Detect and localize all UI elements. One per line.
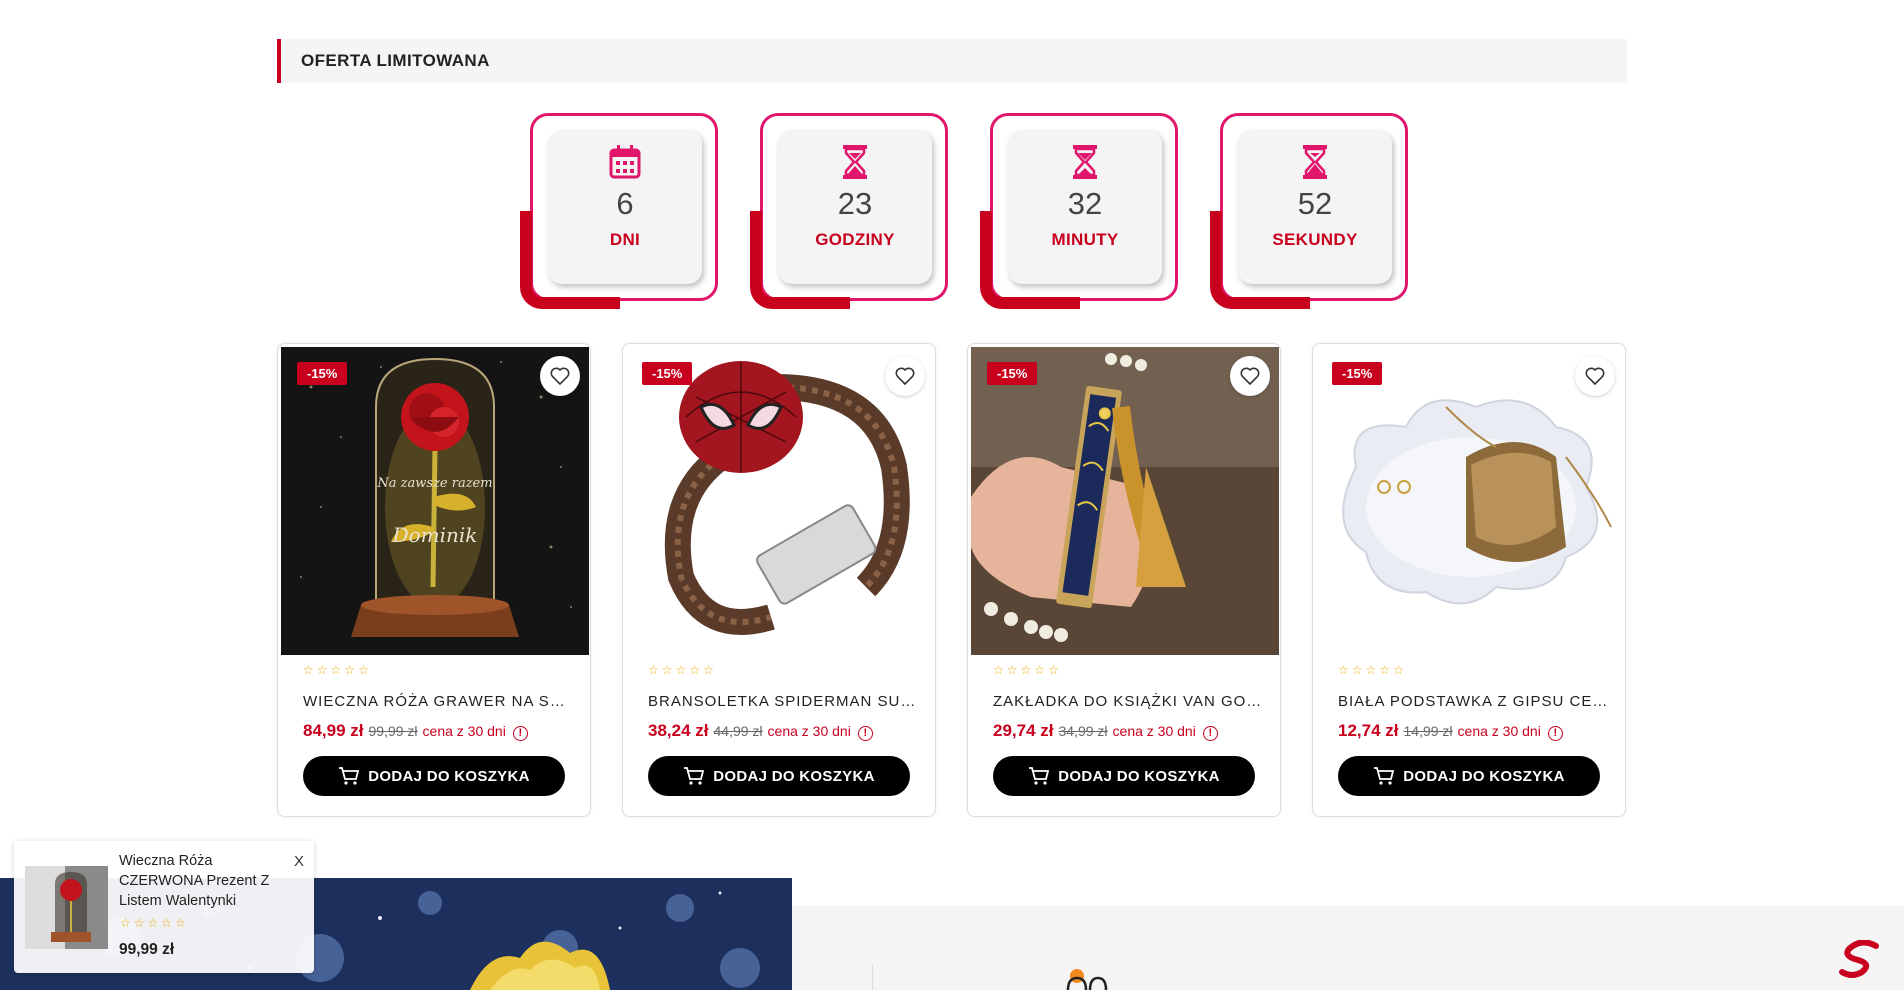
old-price: 99,99 zł <box>368 723 418 739</box>
svg-text:Na zawsze razem: Na zawsze razem <box>376 476 492 491</box>
countdown-minutes: 32 MINUTY <box>980 113 1180 313</box>
wishlist-button[interactable] <box>885 356 925 396</box>
price-note: cena z 30 dni <box>1457 723 1541 739</box>
price-row: 29,74 zł 34,99 zł cena z 30 dni ! <box>993 721 1218 741</box>
product-image[interactable]: Na zawsze razem Dominik -15% <box>281 347 589 655</box>
price-note: cena z 30 dni <box>767 723 851 739</box>
add-to-cart-button[interactable]: DODAJ DO KOSZYKA <box>1338 756 1600 796</box>
recent-purchase-popup[interactable]: Wieczna Róża CZERWONA Prezent Z Listem W… <box>14 841 314 973</box>
info-icon[interactable]: ! <box>512 726 528 741</box>
add-to-cart-button[interactable]: DODAJ DO KOSZYKA <box>648 756 910 796</box>
hourglass-icon <box>1303 145 1327 179</box>
calendar-icon <box>609 145 641 179</box>
add-to-cart-label: DODAJ DO KOSZYKA <box>713 767 875 785</box>
product-card[interactable]: -15% ☆ ☆ ☆ ☆ ☆ BRANSOLETKA SPIDERMAN SUP... … <box>622 343 936 817</box>
wishlist-button[interactable] <box>540 356 580 396</box>
countdown-label: GODZINY <box>815 230 895 249</box>
price-row: 84,99 zł 99,99 zł cena z 30 dni ! <box>303 721 528 741</box>
product-image[interactable]: -15% <box>971 347 1279 655</box>
wishlist-button[interactable] <box>1575 356 1615 396</box>
heart-icon <box>550 367 570 385</box>
product-image[interactable]: -15% <box>1316 347 1624 655</box>
add-to-cart-label: DODAJ DO KOSZYKA <box>1058 767 1220 785</box>
discount-badge: -15% <box>1332 362 1383 385</box>
cart-icon <box>1029 767 1050 785</box>
section-title: OFERTA LIMITOWANA <box>301 51 490 70</box>
current-price: 29,74 zł <box>993 721 1054 740</box>
old-price: 34,99 zł <box>1058 723 1108 739</box>
discount-badge: -15% <box>987 362 1038 385</box>
product-card[interactable]: -15% ☆ ☆ ☆ ☆ ☆ ZAKŁADKA DO KSIĄŻKI VAN GOG..… <box>967 343 1281 817</box>
popup-product-image[interactable] <box>25 866 108 949</box>
hourglass-icon <box>1073 145 1097 179</box>
info-icon[interactable]: ! <box>1202 726 1218 741</box>
old-price: 14,99 zł <box>1403 723 1453 739</box>
rating-stars: ☆ ☆ ☆ ☆ ☆ <box>303 663 369 677</box>
countdown-label: MINUTY <box>1051 230 1119 249</box>
product-name[interactable]: ZAKŁADKA DO KSIĄŻKI VAN GOG... <box>993 693 1263 710</box>
countdown-hours: 23 GODZINY <box>750 113 950 313</box>
rating-stars: ☆ ☆ ☆ ☆ ☆ <box>1338 663 1404 677</box>
heart-icon <box>895 367 915 385</box>
add-to-cart-button[interactable]: DODAJ DO KOSZYKA <box>993 756 1255 796</box>
svg-text:Dominik: Dominik <box>392 523 478 547</box>
add-to-cart-label: DODAJ DO KOSZYKA <box>1403 767 1565 785</box>
old-price: 44,99 zł <box>713 723 763 739</box>
rating-stars: ☆ ☆ ☆ ☆ ☆ <box>993 663 1059 677</box>
section-header: OFERTA LIMITOWANA <box>277 39 1627 83</box>
countdown-value: 52 <box>1297 186 1333 221</box>
current-price: 12,74 zł <box>1338 721 1399 740</box>
product-name[interactable]: BIAŁA PODSTAWKA Z GIPSU CER... <box>1338 693 1608 710</box>
current-price: 38,24 zł <box>648 721 709 740</box>
wishlist-button[interactable] <box>1230 356 1270 396</box>
popup-price: 99,99 zł <box>119 941 175 958</box>
info-icon[interactable]: ! <box>857 726 873 741</box>
heart-icon <box>1585 367 1605 385</box>
product-card[interactable]: -15% ☆ ☆ ☆ ☆ ☆ BIAŁA PODSTAWKA Z GIPSU CER..… <box>1312 343 1626 817</box>
popup-product-title[interactable]: Wieczna Róża CZERWONA Prezent Z Listem W… <box>119 851 279 911</box>
product-card[interactable]: Na zawsze razem Dominik -15% ☆ ☆ ☆ ☆ ☆ WIECZ… <box>277 343 591 817</box>
cart-icon <box>684 767 705 785</box>
info-icon[interactable]: ! <box>1547 726 1563 741</box>
hourglass-icon <box>843 145 867 179</box>
add-to-cart-label: DODAJ DO KOSZYKA <box>368 767 530 785</box>
countdown-value: 32 <box>1067 186 1103 221</box>
cart-icon <box>339 767 360 785</box>
add-to-cart-button[interactable]: DODAJ DO KOSZYKA <box>303 756 565 796</box>
cart-icon <box>1374 767 1395 785</box>
discount-badge: -15% <box>297 362 348 385</box>
rating-stars: ☆ ☆ ☆ ☆ ☆ <box>648 663 714 677</box>
countdown-value: 23 <box>837 186 873 221</box>
discount-badge: -15% <box>642 362 693 385</box>
heart-icon <box>1240 367 1260 385</box>
price-row: 38,24 zł 44,99 zł cena z 30 dni ! <box>648 721 873 741</box>
countdown-seconds: 52 SEKUNDY <box>1210 113 1410 313</box>
countdown-days: 6 DNI <box>520 113 720 313</box>
countdown-value: 6 <box>616 186 634 221</box>
price-row: 12,74 zł 14,99 zł cena z 30 dni ! <box>1338 721 1563 741</box>
footer-divider <box>872 965 873 990</box>
current-price: 84,99 zł <box>303 721 364 740</box>
brand-logo-icon[interactable] <box>1838 940 1882 980</box>
close-icon[interactable]: X <box>294 853 304 870</box>
product-image[interactable]: -15% <box>626 347 934 655</box>
price-note: cena z 30 dni <box>422 723 506 739</box>
rating-stars: ☆ ☆ ☆ ☆ ☆ <box>120 916 186 930</box>
footer-logo <box>1066 969 1108 990</box>
product-name[interactable]: WIECZNA RÓŻA GRAWER NA SZK... <box>303 693 573 710</box>
countdown-label: SEKUNDY <box>1272 230 1358 249</box>
countdown-timer: 6 DNI 23 GODZINY 32 MINUTY 52 SEKUNDY <box>0 113 1904 313</box>
price-note: cena z 30 dni <box>1112 723 1196 739</box>
countdown-label: DNI <box>609 230 641 249</box>
product-name[interactable]: BRANSOLETKA SPIDERMAN SUP... <box>648 693 918 710</box>
